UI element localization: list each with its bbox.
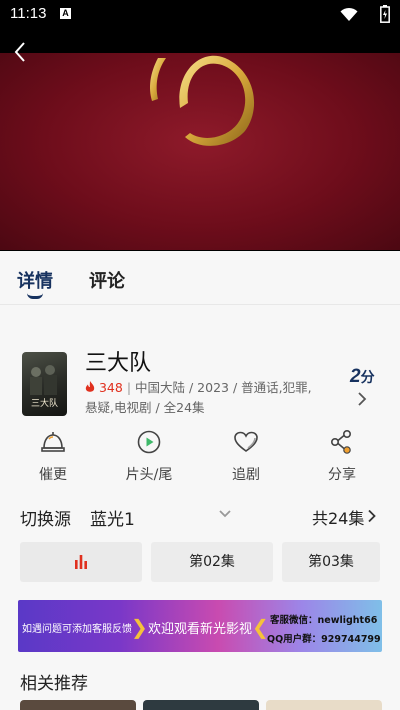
status-bar: 11:13 A (0, 0, 400, 28)
play-circle-icon (137, 430, 161, 454)
show-title: 三大队 (85, 351, 152, 376)
show-meta-line2: 悬疑,电视剧 / 全24集 (85, 400, 205, 415)
related-thumbnail[interactable] (266, 700, 382, 710)
episode-item[interactable]: 第02集 (151, 542, 273, 582)
banner-qq-text: QQ用户群：929744799 (267, 634, 381, 645)
playing-bars-icon (75, 555, 87, 569)
poster-image: 三大队 (22, 352, 67, 416)
video-frame[interactable] (0, 53, 400, 250)
show-meta-line1: 348 | 中国大陆 / 2023 / 普通话,犯罪, (85, 377, 312, 396)
switch-source-label: 切换源 (20, 510, 71, 530)
intro-outro-button[interactable]: 片头/尾 (109, 425, 189, 484)
episode-list: 第02集 第03集 (0, 542, 400, 582)
back-arrow-icon[interactable] (12, 40, 28, 64)
follow-label: 追剧 (232, 467, 260, 483)
heart-icon (234, 431, 258, 452)
chevron-right-icon[interactable] (367, 509, 377, 523)
share-icon (330, 429, 352, 454)
follow-button[interactable]: 追剧 (206, 425, 286, 484)
notification-icon: A (60, 8, 71, 19)
tab-active-indicator (27, 293, 43, 299)
banner-welcome-text: 欢迎观看新光影视 (148, 622, 253, 637)
episode-count-link[interactable]: 共24集 (312, 505, 364, 529)
banner-wechat-text: 客服微信：newlight66 (270, 615, 378, 626)
related-thumbnail[interactable] (20, 700, 136, 710)
source-selector: 切换源 蓝光1 共24集 (0, 500, 400, 532)
heat-badge: 348 (85, 380, 127, 395)
related-thumbnails (0, 700, 400, 710)
intro-outro-label: 片头/尾 (125, 467, 173, 483)
flame-icon (85, 381, 95, 392)
chevron-right-icon: ❯ (131, 615, 148, 639)
battery-icon (380, 5, 390, 23)
status-time: 11:13 (10, 5, 47, 22)
related-section-title: 相关推荐 (20, 674, 88, 694)
tab-details[interactable]: 详情 (17, 267, 53, 293)
score-unit: 分 (360, 369, 375, 385)
share-button[interactable]: 分享 (302, 425, 382, 484)
meta-text: 中国大陆 / 2023 / 普通话,犯罪, (135, 380, 312, 395)
detail-tabs: 详情 评论 (0, 251, 400, 305)
episode-item[interactable]: 第03集 (282, 542, 380, 582)
poster-title: 三大队 (31, 399, 59, 409)
action-bar: 催更 片头/尾 追剧 分享 (0, 425, 400, 487)
episode-item-playing[interactable] (20, 542, 142, 582)
promo-banner[interactable]: 如遇问题可添加客服反馈 ❯ 欢迎观看新光影视 ❮ 客服微信：newlight66… (18, 600, 382, 652)
remind-update-button[interactable]: 催更 (13, 425, 93, 484)
source-dropdown[interactable]: 蓝光1 (90, 505, 135, 530)
video-logo-swirl (150, 55, 255, 146)
video-player[interactable] (0, 28, 400, 251)
chevron-right-icon[interactable] (356, 391, 368, 407)
bell-icon (41, 432, 65, 452)
score-value: 2 (350, 366, 361, 387)
share-label: 分享 (328, 467, 356, 483)
heat-count: 348 (98, 380, 123, 395)
chevron-down-icon[interactable] (218, 509, 232, 519)
wifi-icon (340, 7, 358, 21)
related-thumbnail[interactable] (143, 700, 259, 710)
banner-feedback-text: 如遇问题可添加客服反馈 (22, 624, 132, 635)
tab-comments[interactable]: 评论 (89, 267, 125, 293)
score-badge: 2分 (350, 366, 375, 388)
remind-update-label: 催更 (39, 467, 67, 483)
